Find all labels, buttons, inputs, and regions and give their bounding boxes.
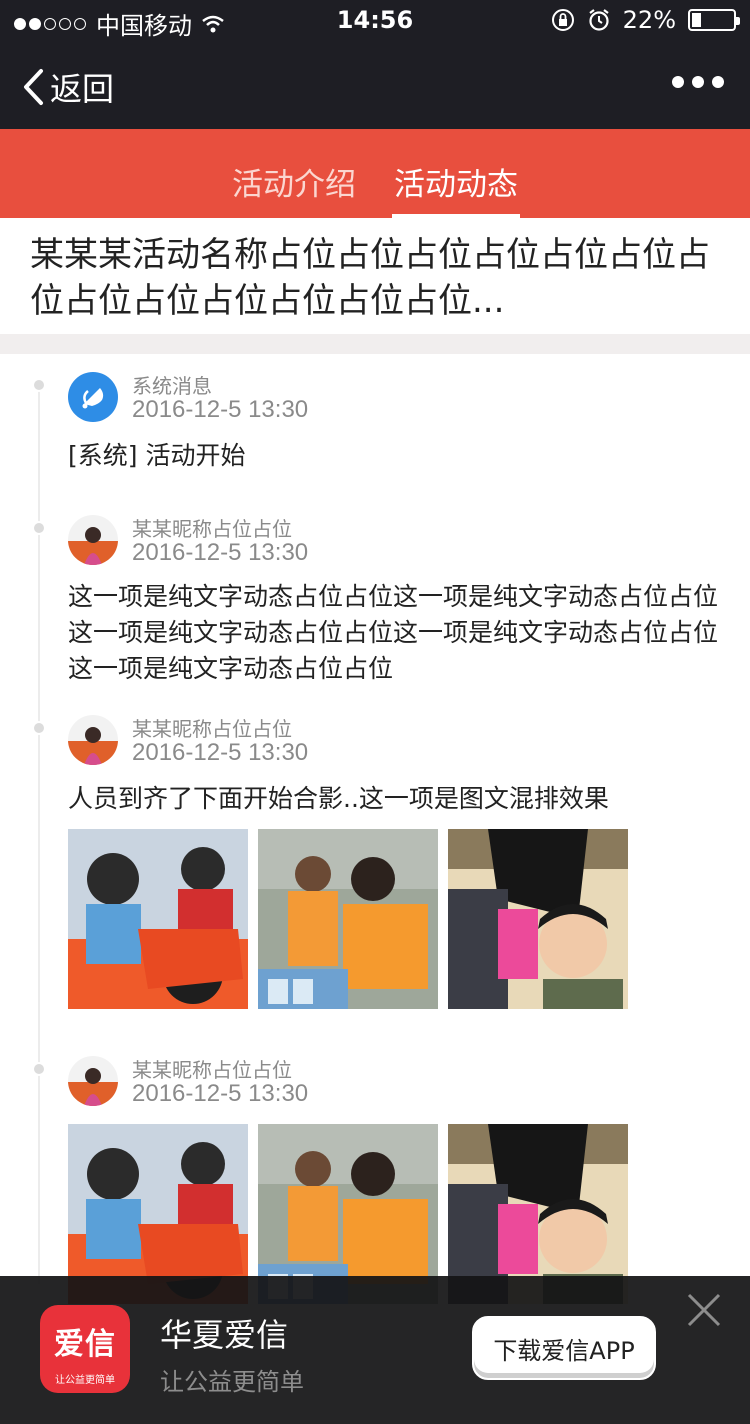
tab-bar: 活动介绍 活动动态 <box>0 129 750 218</box>
user-avatar[interactable] <box>68 715 118 765</box>
activity-title: 某某某活动名称占位占位占位占位占位占位占位占位占位占位占位占位占位... <box>30 235 710 321</box>
timeline-dot <box>32 721 46 735</box>
tab-activity-intro[interactable]: 活动介绍 <box>232 129 356 218</box>
timeline-line <box>38 384 40 1284</box>
alarm-icon <box>588 9 609 31</box>
back-label: 返回 <box>50 70 115 108</box>
section-divider <box>0 334 750 354</box>
app-logo-text: 爱信 <box>54 1327 116 1362</box>
battery-percentage: 22% <box>622 6 676 34</box>
navigation-bar: 返回 <box>0 40 750 129</box>
post-text: [系统] 活动开始 <box>68 441 246 470</box>
timeline-dot <box>32 1062 46 1076</box>
post-text: 这一项是纯文字动态占位占位这一项是纯文字动态占位占位这一项是纯文字动态占位占位这… <box>68 582 719 683</box>
author-name: 某某昵称占位占位 <box>132 1058 292 1082</box>
author-name: 某某昵称占位占位 <box>132 717 292 741</box>
app-logo-subtext: 让公益更简单 <box>55 1375 115 1386</box>
user-avatar[interactable] <box>68 1056 118 1106</box>
system-avatar <box>68 372 118 422</box>
chevron-left-icon <box>24 69 43 105</box>
post-time: 2016-12-5 13:30 <box>132 539 309 566</box>
photo-thumbnail[interactable] <box>258 829 438 1009</box>
app-name: 华夏爱信 <box>160 1316 289 1354</box>
photo-thumbnail[interactable] <box>68 829 248 1009</box>
download-app-button[interactable]: 下载爱信APP <box>472 1316 656 1380</box>
tab-activity-updates[interactable]: 活动动态 <box>392 129 520 218</box>
close-icon[interactable] <box>686 1292 722 1328</box>
post-time: 2016-12-5 13:30 <box>132 396 309 423</box>
author-name: 某某昵称占位占位 <box>132 517 292 541</box>
author-name: 系统消息 <box>132 374 212 398</box>
more-options-button[interactable] <box>672 76 724 88</box>
post-time: 2016-12-5 13:30 <box>132 739 309 766</box>
photo-grid <box>68 829 628 1009</box>
battery-icon <box>688 9 740 31</box>
app-logo: 爱信 让公益更简单 <box>40 1305 130 1393</box>
more-dots-icon <box>672 76 684 88</box>
timeline-dot <box>32 378 46 392</box>
bell-icon <box>82 388 104 409</box>
photo-thumbnail[interactable] <box>448 829 628 1009</box>
post-text: 人员到齐了下面开始合影..这一项是图文混排效果 <box>68 784 609 813</box>
user-avatar[interactable] <box>68 515 118 565</box>
rotation-lock-icon <box>551 9 574 31</box>
app-slogan: 让公益更简单 <box>160 1368 304 1396</box>
status-bar: 中国移动 14:56 22% <box>0 0 750 40</box>
app-download-banner: 爱信 让公益更简单 华夏爱信 让公益更简单 下载爱信APP <box>0 1276 750 1424</box>
back-button[interactable]: 返回 <box>22 64 114 110</box>
post-time: 2016-12-5 13:30 <box>132 1080 309 1107</box>
timeline-dot <box>32 521 46 535</box>
